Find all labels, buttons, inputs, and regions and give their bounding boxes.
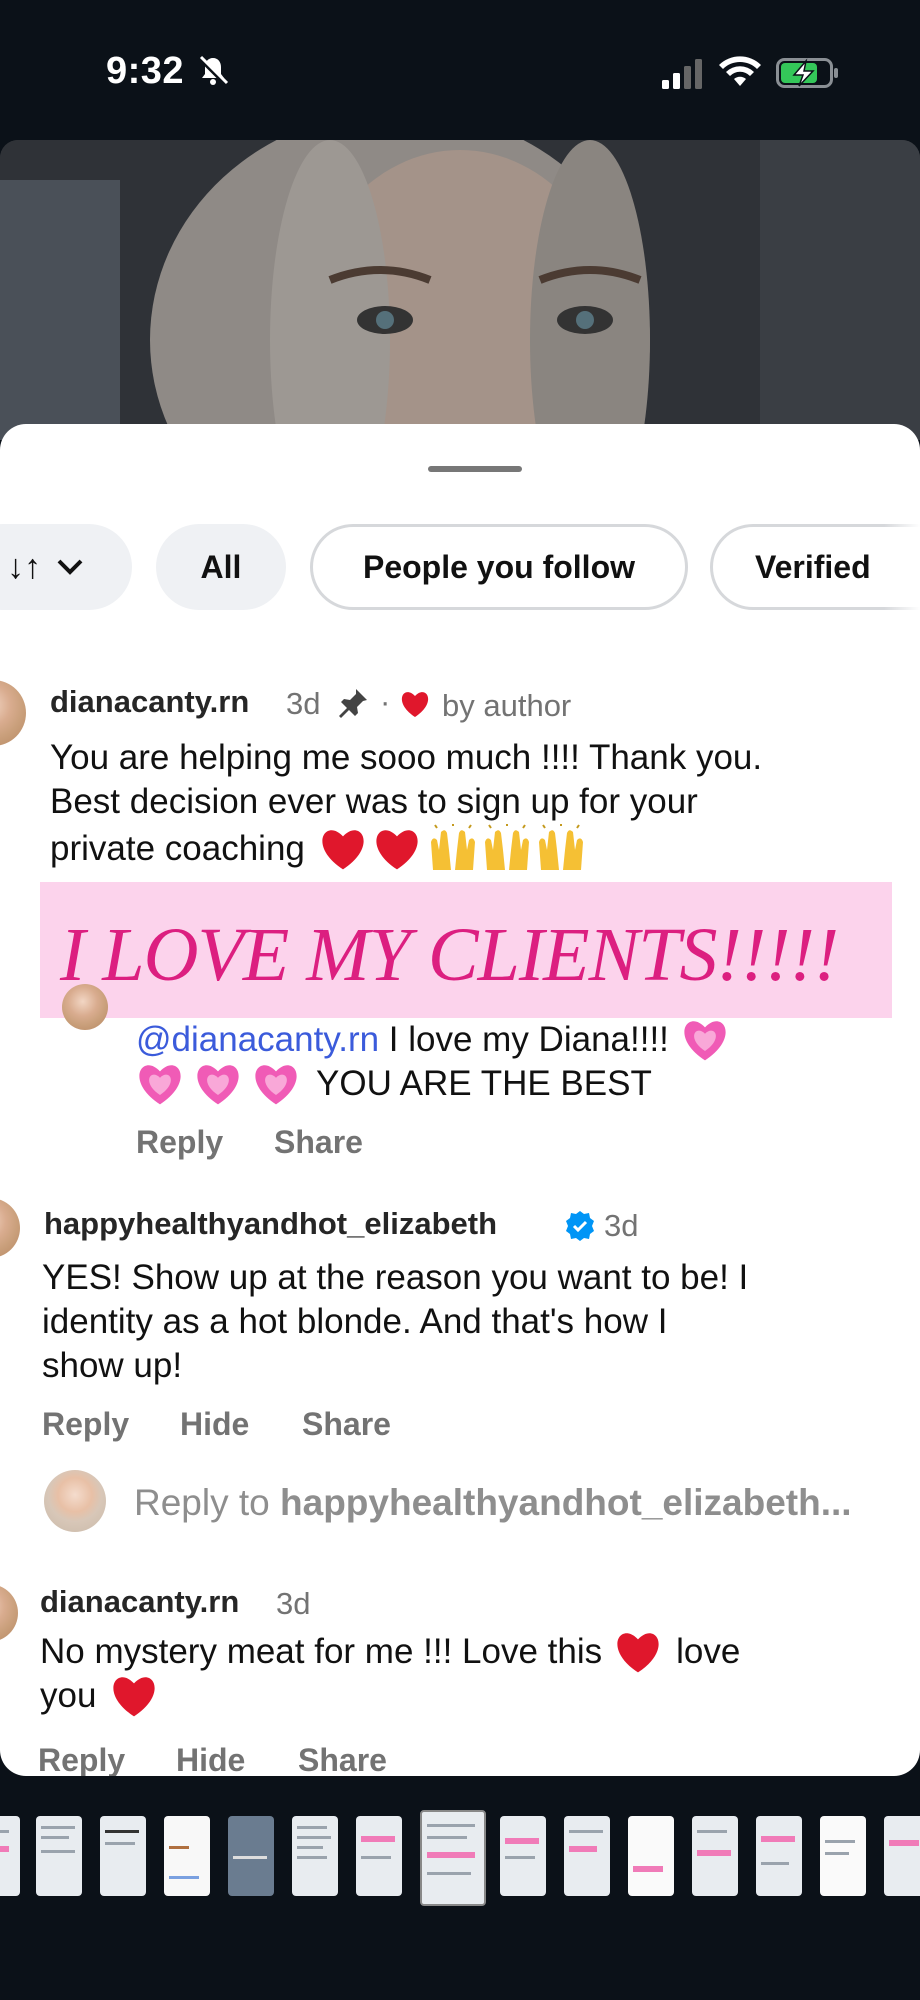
thumbnail[interactable]: [0, 1816, 20, 1896]
thumbnail[interactable]: [500, 1816, 546, 1896]
comment-age: 3d: [276, 1586, 311, 1621]
comment-actions-clipped: Reply Hide Share: [0, 1742, 920, 1776]
heart-emoji-icon: [376, 830, 418, 870]
reply-text-line: YOU ARE THE BEST: [136, 1062, 876, 1106]
raised-hands-emoji-icon: [538, 824, 583, 870]
heart-emoji-icon: [113, 1677, 156, 1717]
video-background: [0, 140, 920, 440]
comment-text-part: No mystery meat for me !!! Love this: [40, 1632, 603, 1671]
comment-age: 3d: [604, 1208, 639, 1243]
thumbnail[interactable]: [756, 1816, 802, 1896]
comment-username[interactable]: dianacanty.rn: [40, 1584, 239, 1620]
thumbnail[interactable]: [820, 1816, 866, 1896]
comment-text: YES! Show up at the reason you want to b…: [42, 1256, 748, 1388]
hide-button[interactable]: Hide: [180, 1406, 249, 1443]
sheet-drag-handle[interactable]: [428, 466, 522, 472]
comment-text-part: love: [676, 1632, 741, 1671]
chip-row-fade: [884, 516, 920, 620]
comment-text-line: you: [40, 1674, 740, 1718]
filter-chip-people-you-follow[interactable]: People you follow: [310, 524, 688, 610]
screenshot-thumbnail-strip: [0, 1800, 920, 1920]
comment-age: 3d: [286, 686, 321, 721]
filter-chip-all[interactable]: All: [156, 524, 286, 610]
status-bar: 9:32: [0, 0, 920, 140]
liked-by-author-label: by author: [442, 688, 572, 723]
share-button[interactable]: Share: [302, 1406, 391, 1443]
reply-to-target: happyhealthyandhot_elizabeth...: [280, 1482, 852, 1523]
reply-text-part: YOU ARE THE BEST: [316, 1064, 652, 1103]
pin-icon: [339, 689, 367, 718]
heart-icon: [401, 692, 429, 717]
comment-text-line: You are helping me sooo much !!!! Thank …: [50, 738, 763, 777]
hide-button[interactable]: Hide: [176, 1742, 245, 1776]
thumbnail-selected[interactable]: [420, 1810, 486, 1906]
verified-badge-icon: [566, 1211, 594, 1241]
share-button[interactable]: Share: [274, 1124, 363, 1161]
comment-text-line: Best decision ever was to sign up for yo…: [50, 782, 698, 821]
clock-time: 9:32: [106, 50, 185, 92]
cellular-signal-icon: [662, 59, 702, 89]
pink-heart-emoji-icon: [197, 1065, 239, 1105]
pink-heart-emoji-icon: [255, 1065, 297, 1105]
thumbnail[interactable]: [292, 1816, 338, 1896]
reply-to-prefix: Reply to: [134, 1482, 281, 1523]
thumbnail[interactable]: [36, 1816, 82, 1896]
comment-text-part: you: [40, 1676, 97, 1715]
avatar[interactable]: [62, 984, 108, 1030]
reply-text: @dianacanty.rn I love my Diana!!!! YOU A…: [136, 1018, 876, 1106]
heart-emoji-icon: [617, 1633, 659, 1673]
comments-sheet: ↓↑ All People you follow Verified dianac…: [0, 424, 920, 1776]
share-button[interactable]: Share: [298, 1742, 387, 1776]
thumbnail[interactable]: [884, 1816, 920, 1896]
video-frame-image: [0, 140, 920, 440]
comment-text-line: show up!: [42, 1346, 183, 1385]
heart-emoji-icon: [322, 830, 364, 870]
sort-icon: ↓↑: [7, 547, 41, 586]
comment-text-line: No mystery meat for me !!! Love this lov…: [40, 1630, 740, 1674]
comment-text-line-with-emoji: private coaching: [50, 824, 762, 874]
thumbnail[interactable]: [100, 1816, 146, 1896]
comment-username[interactable]: happyhealthyandhot_elizabeth: [44, 1206, 497, 1242]
avatar[interactable]: [0, 1198, 20, 1258]
reply-button[interactable]: Reply: [42, 1406, 129, 1443]
reply-text-part: I love my Diana!!!!: [379, 1020, 669, 1059]
pink-heart-emoji-icon: [139, 1065, 181, 1105]
reply-button[interactable]: Reply: [38, 1742, 125, 1776]
raised-hands-emoji-icon: [484, 824, 529, 870]
reply-to-input[interactable]: Reply to happyhealthyandhot_elizabeth...: [134, 1482, 852, 1524]
comment-text-line: private coaching: [50, 829, 305, 868]
thumbnail[interactable]: [628, 1816, 674, 1896]
comment-text: No mystery meat for me !!! Love this lov…: [40, 1630, 740, 1718]
reply-text-line: @dianacanty.rn I love my Diana!!!!: [136, 1018, 876, 1062]
pink-heart-emoji-icon: [684, 1021, 726, 1061]
comment-username[interactable]: dianacanty.rn: [50, 684, 249, 720]
separator-dot: ·: [380, 684, 391, 719]
text-overlay-banner: I LOVE MY CLIENTS!!!!!: [40, 882, 892, 1018]
battery-charging-icon: [776, 58, 838, 88]
sort-filter-button[interactable]: ↓↑: [0, 524, 132, 610]
reply-button[interactable]: Reply: [136, 1124, 223, 1161]
chevron-down-icon: [57, 559, 83, 575]
bell-muted-icon: [198, 55, 229, 86]
thumbnail[interactable]: [164, 1816, 210, 1896]
comment-text-line: identity as a hot blonde. And that's how…: [42, 1302, 668, 1341]
thumbnail[interactable]: [692, 1816, 738, 1896]
wifi-icon: [719, 56, 761, 86]
current-user-avatar: [44, 1470, 106, 1532]
avatar[interactable]: [0, 680, 26, 746]
comment-text: You are helping me sooo much !!!! Thank …: [50, 736, 762, 874]
raised-hands-emoji-icon: [430, 824, 475, 870]
thumbnail[interactable]: [564, 1816, 610, 1896]
thumbnail[interactable]: [228, 1816, 274, 1896]
banner-text: I LOVE MY CLIENTS!!!!!: [60, 913, 839, 997]
comment-text-line: YES! Show up at the reason you want to b…: [42, 1258, 749, 1297]
mention-link[interactable]: @dianacanty.rn: [136, 1018, 379, 1062]
thumbnail[interactable]: [356, 1816, 402, 1896]
avatar[interactable]: [0, 1584, 18, 1642]
